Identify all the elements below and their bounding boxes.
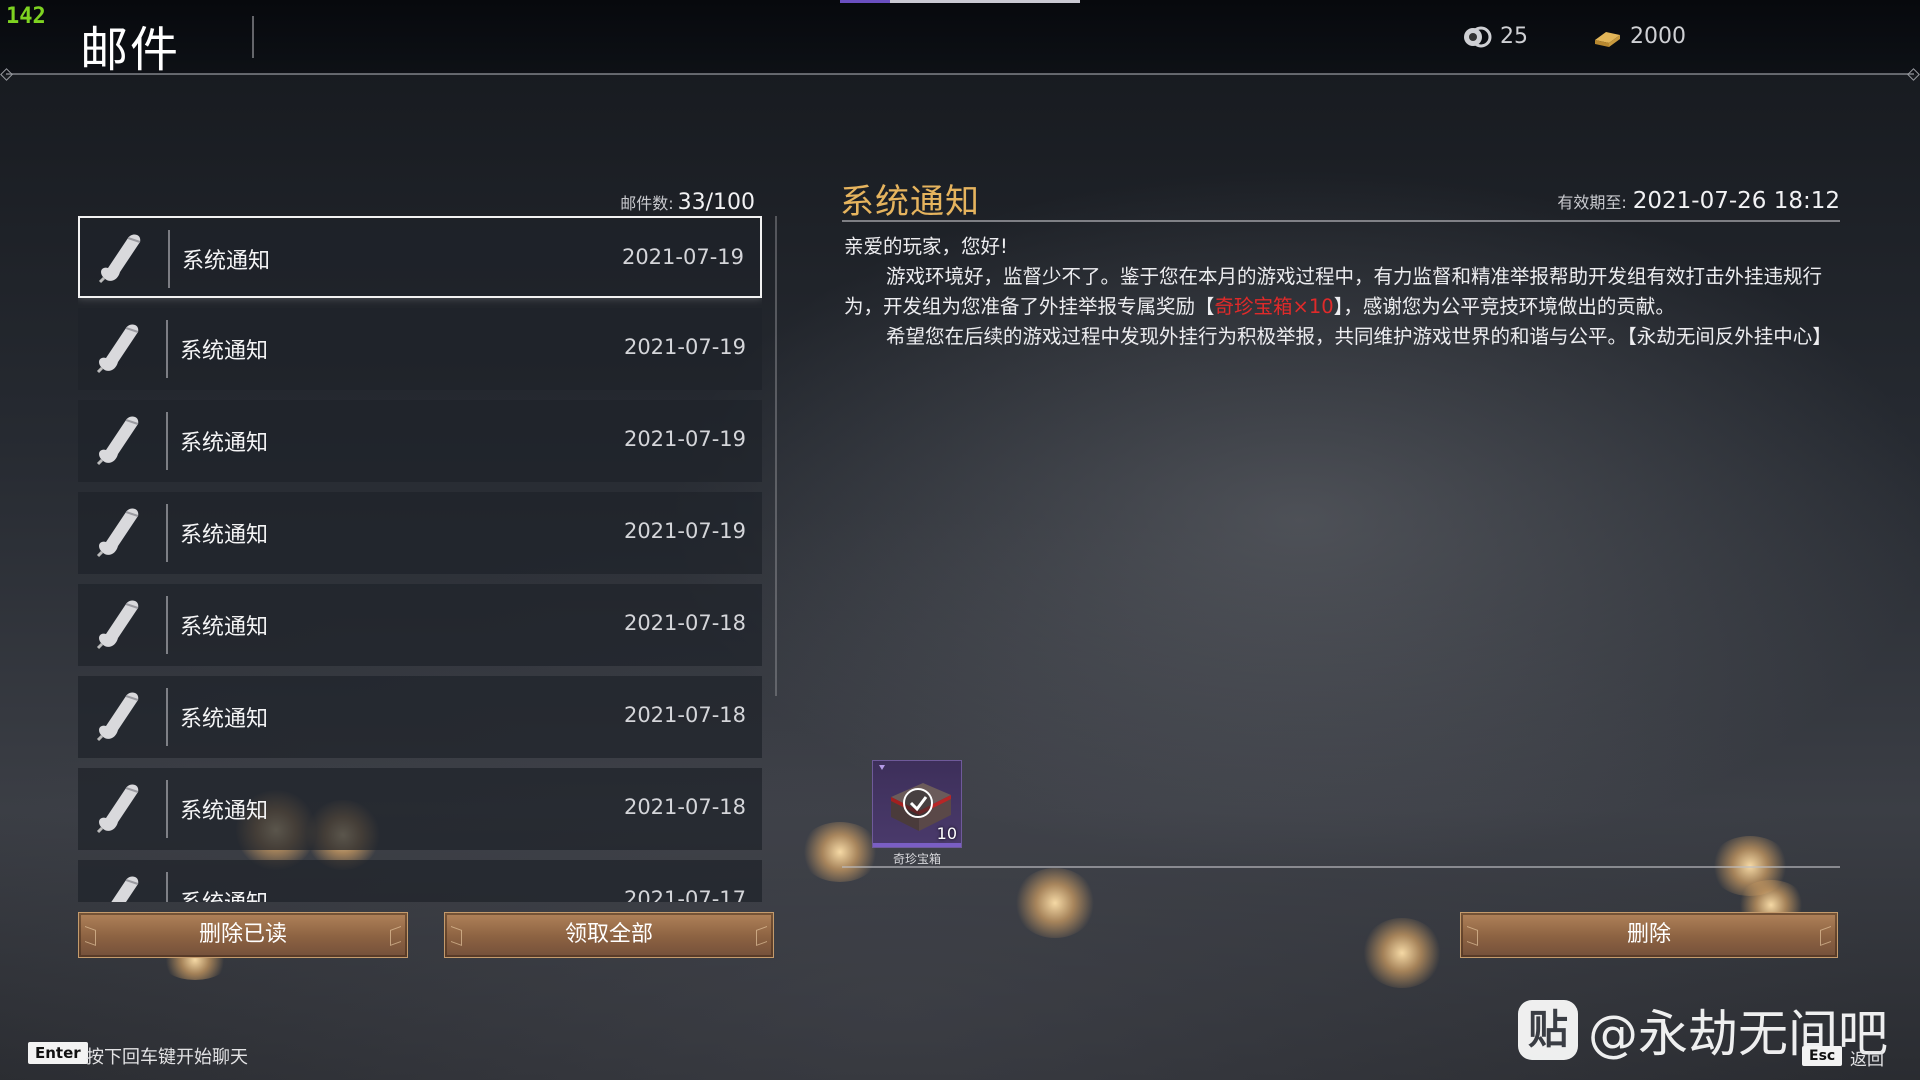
mail-date: 2021-07-19 [623,427,746,451]
mail-date: 2021-07-19 [623,519,746,543]
header-divider [6,73,1914,75]
delete-button[interactable]: 删除 [1460,912,1838,958]
expire-label: 有效期至: [1557,193,1627,212]
mail-date: 2021-07-17 [623,887,746,902]
detail-divider [842,220,1840,222]
mail-subject: 系统通知 [180,799,269,824]
attachment-slot[interactable]: 10 [872,760,962,848]
currency-spirit: 25 [1462,24,1528,49]
mail-greeting: 亲爱的玩家，您好! [844,235,1008,258]
mail-list-item[interactable]: 系统通知 2021-07-19 [78,400,762,482]
mail-paragraph: 游戏环境好，监督少不了。鉴于您在本月的游戏过程中，有力监督和精准举报帮助开发组有… [844,262,1836,322]
item-divider [166,596,168,654]
mail-date: 2021-07-18 [623,611,746,635]
item-divider [166,412,168,470]
mail-subject: 系统通知 [180,339,269,364]
mail-date: 2021-07-18 [623,795,746,819]
mail-list-item[interactable]: 系统通知 2021-07-18 [78,676,762,758]
currency-spirit-value: 25 [1500,24,1528,49]
claim-all-button[interactable]: 领取全部 [444,912,774,958]
scroll-icon [96,784,139,834]
back-button[interactable]: 返回 [1850,1045,1884,1070]
item-divider [168,230,170,288]
attachment-divider [842,866,1840,868]
attachment-quantity: 10 [936,824,957,843]
mail-list-item[interactable]: 系统通知 2021-07-19 [78,492,762,574]
mail-paragraph-text: 希望您在后续的游戏过程中发现外挂行为积极举报，共同维护游戏世界的和谐与公平。【永… [886,325,1832,348]
item-divider [166,780,168,838]
scroll-icon [96,324,139,374]
mail-date: 2021-07-19 [621,245,744,269]
mail-paragraph: 希望您在后续的游戏过程中发现外挂行为积极举报，共同维护游戏世界的和谐与公平。【永… [844,322,1836,352]
attachment-name: 奇珍宝箱 [892,852,941,866]
scroll-icon [96,508,139,558]
chat-hint: 按下回车键开始聊天 [86,1047,248,1068]
mail-list[interactable]: 系统通知 2021-07-19 系统通知 2021-07-19 系统通知 202… [78,216,762,902]
item-divider [166,688,168,746]
expire-info: 有效期至: 2021-07-26 18:12 [1557,188,1840,214]
mail-paragraph-text: 】，感谢您为公平竞技环境做出的贡献。 [1333,295,1675,318]
mail-subject: 系统通知 [180,707,269,732]
currency-gold: 2000 [1592,24,1686,49]
mail-subject: 系统通知 [182,249,271,274]
mail-subject: 系统通知 [180,615,269,640]
expire-value: 2021-07-26 18:12 [1632,188,1840,214]
page-title: 邮件 [80,22,181,78]
mail-detail-title: 系统通知 [840,182,980,222]
mail-count-label: 邮件数: [620,194,674,213]
top-accent-bar [840,0,1080,3]
scroll-icon [98,234,141,284]
mail-date: 2021-07-18 [623,703,746,727]
scroll-icon [96,600,139,650]
lantern-glow [1362,918,1442,988]
mail-list-item[interactable]: 系统通知 2021-07-19 [78,308,762,390]
mail-subject: 系统通知 [180,885,268,902]
mail-subject: 系统通知 [180,523,269,548]
rarity-bar [873,843,961,847]
mail-list-item[interactable]: 系统通知 2021-07-18 [78,584,762,666]
delete-read-button[interactable]: 删除已读 [78,912,408,958]
esc-key-badge[interactable]: Esc [1802,1046,1843,1066]
mail-list-item[interactable]: 系统通知 2021-07-18 [78,768,762,850]
mail-body: 亲爱的玩家，您好! 游戏环境好，监督少不了。鉴于您在本月的游戏过程中，有力监督和… [844,232,1836,352]
item-divider [166,320,168,378]
gold-bar-icon [1595,31,1620,47]
item-divider [166,872,168,902]
spirit-coin-icon [1464,26,1492,47]
title-divider [252,16,254,58]
scroll-icon [111,876,139,902]
scroll-icon [96,416,139,466]
tieba-logo-icon: 贴 [1518,1000,1578,1060]
item-divider [166,504,168,562]
mail-subject: 系统通知 [180,431,269,456]
lantern-glow [800,822,880,882]
mail-list-item[interactable]: 系统通知 2021-07-19 [78,216,762,298]
mail-date: 2021-07-19 [623,335,746,359]
watermark-text: @永劫无间吧 [1588,1005,1888,1063]
fps-counter: 142 [6,4,46,29]
enter-key-badge: Enter [28,1042,88,1064]
scroll-icon [96,692,139,742]
reward-highlight: 奇珍宝箱×10 [1214,295,1334,318]
mail-list-scrollbar[interactable] [775,216,777,696]
mail-count: 邮件数: 33/100 [600,190,755,215]
currency-gold-value: 2000 [1630,24,1686,49]
lantern-glow [1014,868,1096,938]
mail-list-item[interactable]: 系统通知 2021-07-17 [78,860,762,902]
mail-count-value: 33/100 [677,190,755,215]
